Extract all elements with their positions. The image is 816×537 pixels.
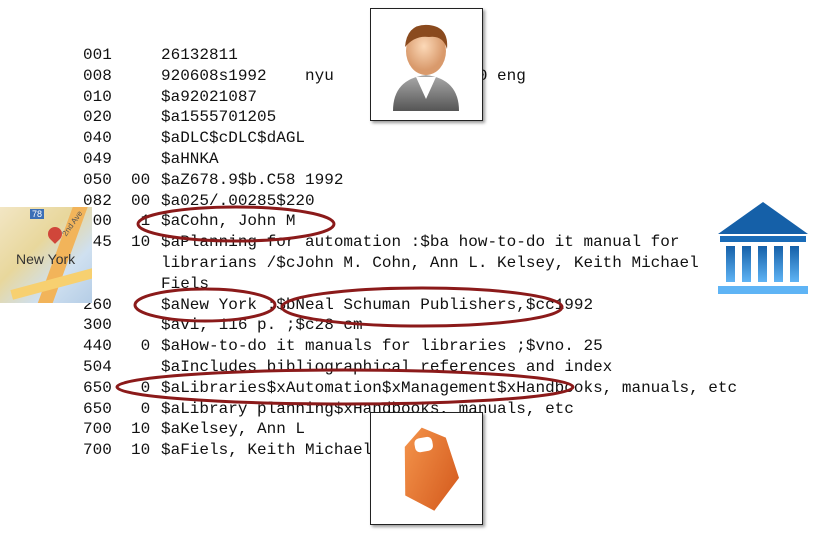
marc-record-diagram: 001 26132811 008 920608s1992 nyu 000 0 eng 0… [0, 0, 816, 537]
map-route-label: 78 [30, 209, 45, 219]
highlight-place [133, 287, 277, 323]
person-icon-box [370, 8, 483, 121]
tag-icon [404, 427, 460, 511]
map-icon: 78 2nd Ave New York [0, 207, 92, 303]
person-icon [393, 24, 459, 111]
highlight-publisher [280, 286, 564, 328]
highlight-author [136, 205, 336, 243]
tag-icon-box [370, 412, 483, 525]
map-city-label: New York [16, 251, 76, 267]
library-building-icon [718, 202, 808, 294]
highlight-subject [115, 368, 575, 406]
